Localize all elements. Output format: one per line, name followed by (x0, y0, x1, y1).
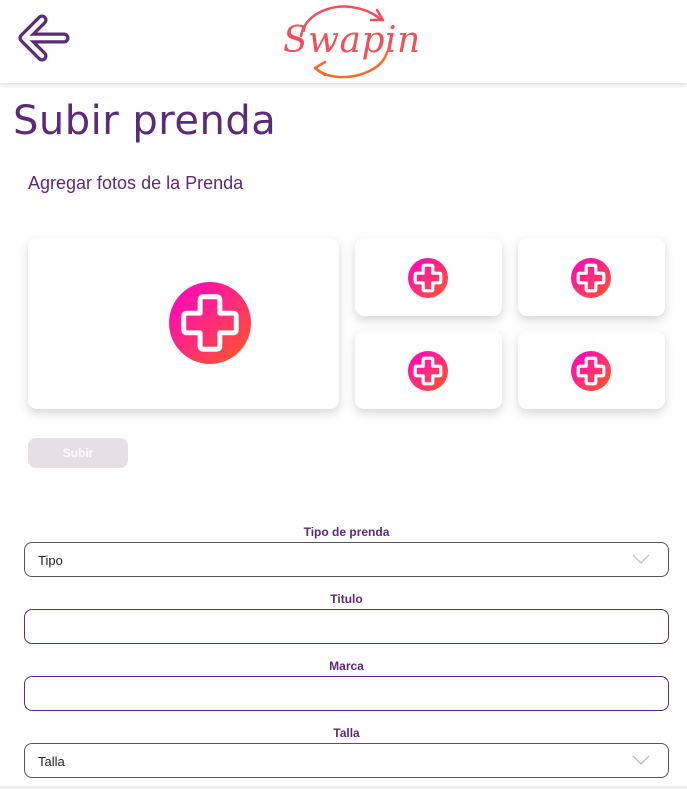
back-button[interactable] (16, 12, 72, 68)
chevron-down-icon (632, 554, 650, 564)
titulo-label: Titulo (330, 592, 363, 606)
talla-select-value: Talla (38, 754, 65, 769)
tipo-select-value: Tipo (38, 553, 63, 568)
add-photo-icon (408, 258, 448, 298)
tipo-label: Tipo de prenda (303, 525, 390, 539)
chevron-down-icon (632, 755, 650, 765)
photo-slot-4[interactable] (355, 331, 502, 409)
main-photo-slot[interactable] (28, 238, 339, 409)
titulo-input[interactable] (24, 609, 669, 644)
add-photo-icon (408, 351, 448, 391)
tipo-select[interactable]: Tipo (24, 542, 669, 577)
photo-slot-2[interactable] (355, 238, 502, 316)
talla-label: Talla (333, 726, 360, 740)
talla-select[interactable]: Talla (24, 743, 669, 778)
marca-input[interactable] (24, 676, 669, 711)
add-photo-icon (571, 351, 611, 391)
photo-slot-5[interactable] (518, 331, 665, 409)
add-photo-icon (169, 282, 251, 364)
upload-button[interactable]: Subir (28, 438, 128, 468)
swapin-logo: Swapin (283, 2, 421, 80)
photo-slot-3[interactable] (518, 238, 665, 316)
logo-text: Swapin (283, 20, 421, 61)
photos-section-label: Agregar fotos de la Prenda (28, 173, 244, 193)
page-title: Subir prenda (13, 98, 277, 144)
add-photo-icon (571, 258, 611, 298)
arrow-left-icon (18, 14, 70, 62)
marca-label: Marca (329, 659, 364, 673)
app-header: Swapin (0, 0, 687, 83)
